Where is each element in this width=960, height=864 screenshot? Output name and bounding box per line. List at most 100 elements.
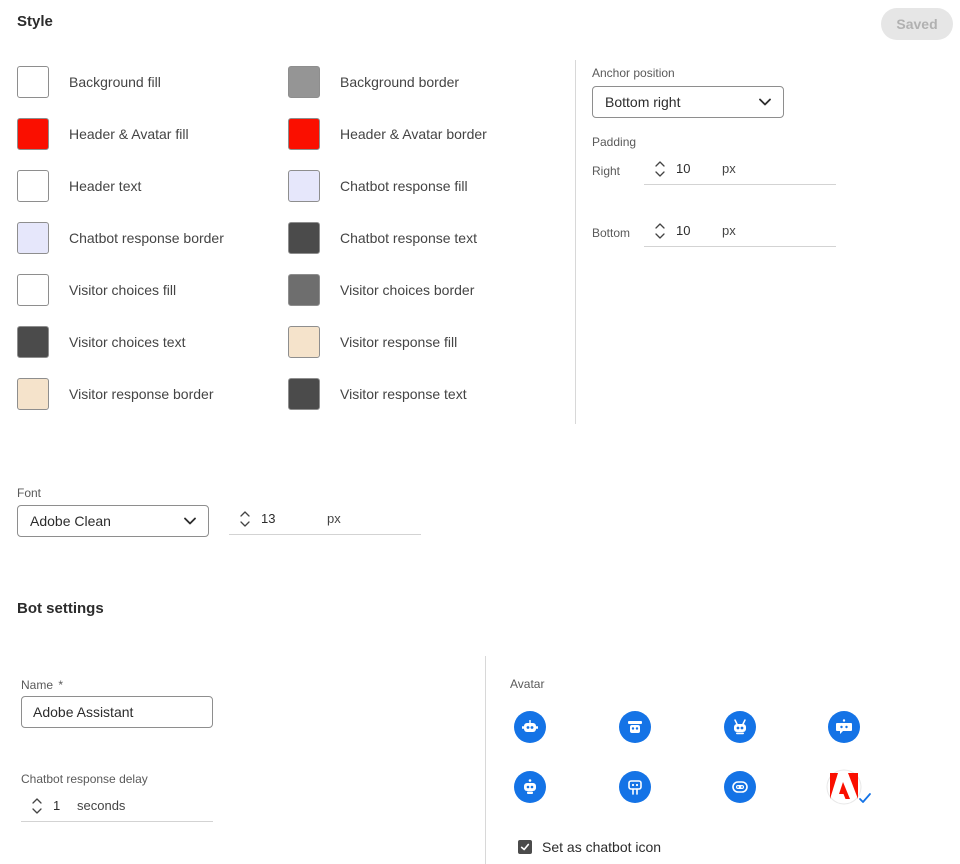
stepper-arrows-icon[interactable] — [654, 159, 666, 179]
padding-right-unit: px — [722, 161, 736, 176]
color-row-chatbot-response-fill: Chatbot response fill — [288, 170, 468, 202]
style-divider — [575, 60, 576, 424]
padding-right-stepper[interactable]: 10 px — [644, 153, 836, 185]
color-label-chatbot-response-text: Chatbot response text — [340, 230, 477, 246]
color-swatch-header-and-avatar-border[interactable] — [288, 118, 320, 150]
set-chatbot-icon-label: Set as chatbot icon — [542, 839, 662, 855]
robot-face-icon — [732, 781, 748, 793]
response-delay-value[interactable]: 1 — [53, 798, 77, 813]
font-picker[interactable]: Adobe Clean — [17, 505, 209, 537]
color-label-visitor-choices-fill: Visitor choices fill — [69, 282, 177, 298]
font-label: Font — [17, 486, 42, 500]
padding-right-label: Right — [592, 164, 621, 178]
robot-hat-icon — [628, 721, 642, 733]
color-label-visitor-choices-border: Visitor choices border — [340, 282, 475, 298]
robot-chat-icon — [836, 719, 852, 734]
avatar-option-robot-chat[interactable] — [828, 711, 860, 743]
color-row-chatbot-response-border: Chatbot response border — [17, 222, 224, 254]
set-chatbot-icon-checkbox[interactable] — [518, 840, 532, 854]
checkmark-icon — [520, 843, 530, 851]
color-row-visitor-response-border: Visitor response border — [17, 378, 213, 410]
selected-check-icon — [859, 793, 871, 803]
font-value: Adobe Clean — [30, 513, 111, 529]
color-label-header-and-avatar-fill: Header & Avatar fill — [69, 126, 189, 142]
avatar-label: Avatar — [510, 677, 545, 691]
color-row-visitor-response-text: Visitor response text — [288, 378, 467, 410]
color-swatch-visitor-response-text[interactable] — [288, 378, 320, 410]
color-row-header-and-avatar-fill: Header & Avatar fill — [17, 118, 189, 150]
name-field[interactable]: Adobe Assistant — [21, 696, 213, 728]
color-label-visitor-response-fill: Visitor response fill — [340, 334, 458, 350]
padding-label: Padding — [592, 135, 637, 149]
color-row-background-fill: Background fill — [17, 66, 161, 98]
color-label-visitor-response-text: Visitor response text — [340, 386, 467, 402]
avatar-option-robot-tall[interactable] — [619, 771, 651, 803]
color-row-header-and-avatar-border: Header & Avatar border — [288, 118, 487, 150]
robot-square-icon — [524, 779, 536, 794]
avatar-option-robot-antenna[interactable] — [724, 711, 756, 743]
chevron-down-icon — [759, 98, 771, 106]
color-swatch-visitor-choices-fill[interactable] — [17, 274, 49, 306]
color-row-visitor-choices-text: Visitor choices text — [17, 326, 185, 358]
color-row-visitor-response-fill: Visitor response fill — [288, 326, 457, 358]
required-asterisk: * — [58, 678, 64, 692]
padding-bottom-label: Bottom — [592, 226, 631, 240]
name-label: Name * — [21, 678, 63, 692]
saved-button[interactable]: Saved — [881, 8, 953, 40]
anchor-position-value: Bottom right — [605, 94, 681, 110]
padding-right-value[interactable]: 10 — [676, 161, 722, 176]
response-delay-unit: seconds — [77, 798, 126, 813]
color-swatch-background-fill[interactable] — [17, 66, 49, 98]
color-label-chatbot-response-fill: Chatbot response fill — [340, 178, 468, 194]
color-row-header-text: Header text — [17, 170, 141, 202]
response-delay-label: Chatbot response delay — [21, 772, 148, 786]
chevron-down-icon — [184, 517, 196, 525]
padding-bottom-stepper[interactable]: 10 px — [644, 215, 836, 247]
color-swatch-chatbot-response-fill[interactable] — [288, 170, 320, 202]
color-swatch-visitor-choices-border[interactable] — [288, 274, 320, 306]
color-label-chatbot-response-border: Chatbot response border — [69, 230, 224, 246]
color-row-background-border: Background border — [288, 66, 459, 98]
anchor-position-label: Anchor position — [592, 66, 675, 80]
avatar-option-robot[interactable] — [514, 711, 546, 743]
padding-bottom-value[interactable]: 10 — [676, 223, 722, 238]
color-row-chatbot-response-text: Chatbot response text — [288, 222, 477, 254]
color-label-header-and-avatar-border: Header & Avatar border — [340, 126, 487, 142]
avatar-option-robot-face[interactable] — [724, 771, 756, 803]
color-label-background-border: Background border — [340, 74, 460, 90]
font-size-unit: px — [327, 511, 341, 526]
padding-bottom-unit: px — [722, 223, 736, 238]
color-label-header-text: Header text — [69, 178, 142, 194]
name-field-value[interactable]: Adobe Assistant — [33, 704, 133, 720]
avatar-option-robot-square[interactable] — [514, 771, 546, 803]
bot-settings-divider — [485, 656, 486, 864]
stepper-arrows-icon[interactable] — [654, 221, 666, 241]
adobe-logo-icon — [826, 769, 871, 805]
color-swatch-background-border[interactable] — [288, 66, 320, 98]
robot-tall-icon — [628, 780, 642, 795]
anchor-position-picker[interactable]: Bottom right — [592, 86, 784, 118]
response-delay-stepper[interactable]: 1 seconds — [21, 790, 213, 822]
color-swatch-visitor-response-fill[interactable] — [288, 326, 320, 358]
avatar-option-adobe[interactable] — [826, 769, 874, 809]
name-label-text: Name — [21, 678, 54, 692]
stepper-arrows-icon[interactable] — [31, 796, 43, 816]
color-swatch-visitor-choices-text[interactable] — [17, 326, 49, 358]
color-swatch-header-and-avatar-fill[interactable] — [17, 118, 49, 150]
color-row-visitor-choices-fill: Visitor choices fill — [17, 274, 176, 306]
avatar-option-robot-hat[interactable] — [619, 711, 651, 743]
color-label-visitor-response-border: Visitor response border — [69, 386, 214, 402]
font-size-value[interactable]: 13 — [261, 511, 327, 526]
bot-settings-title: Bot settings — [17, 600, 104, 617]
style-section-title: Style — [17, 13, 53, 30]
font-size-stepper[interactable]: 13 px — [229, 503, 421, 535]
stepper-arrows-icon[interactable] — [239, 509, 251, 529]
color-swatch-header-text[interactable] — [17, 170, 49, 202]
color-row-visitor-choices-border: Visitor choices border — [288, 274, 474, 306]
color-swatch-visitor-response-border[interactable] — [17, 378, 49, 410]
robot-icon — [522, 720, 538, 732]
color-label-background-fill: Background fill — [69, 74, 161, 90]
robot-antenna-icon — [734, 719, 746, 735]
color-swatch-chatbot-response-text[interactable] — [288, 222, 320, 254]
color-swatch-chatbot-response-border[interactable] — [17, 222, 49, 254]
